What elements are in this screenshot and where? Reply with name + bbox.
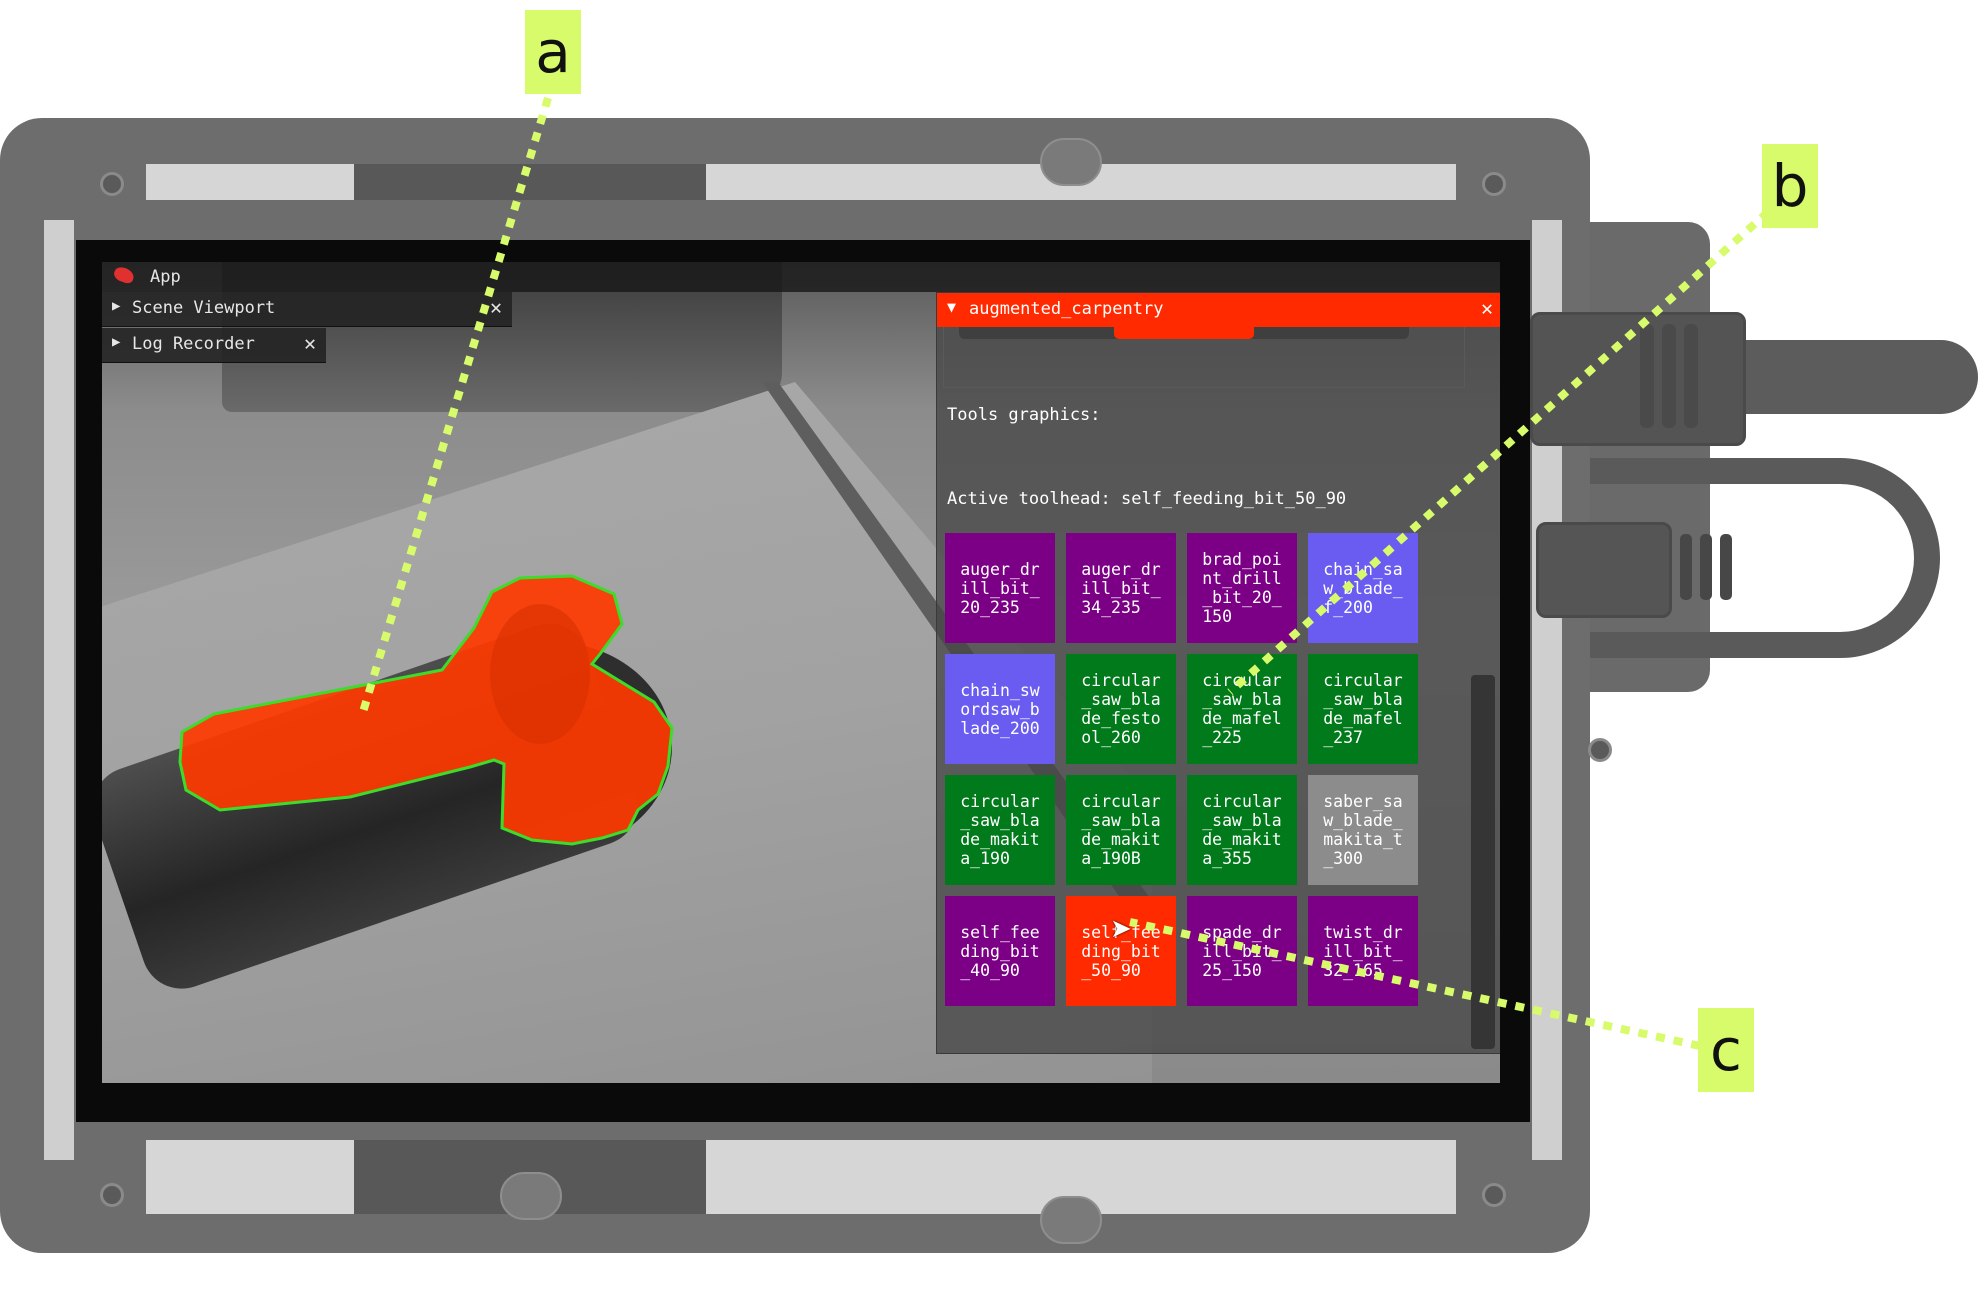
annotation-label-c: c [1698,1008,1754,1092]
figure: App ▶ Scene Viewport ✕ ▶ Log Recorder ✕ … [0,0,1980,1289]
annotation-label-b: b [1762,144,1818,228]
annotation-lines [359,96,1771,1050]
annotation-label-a: a [525,10,581,94]
